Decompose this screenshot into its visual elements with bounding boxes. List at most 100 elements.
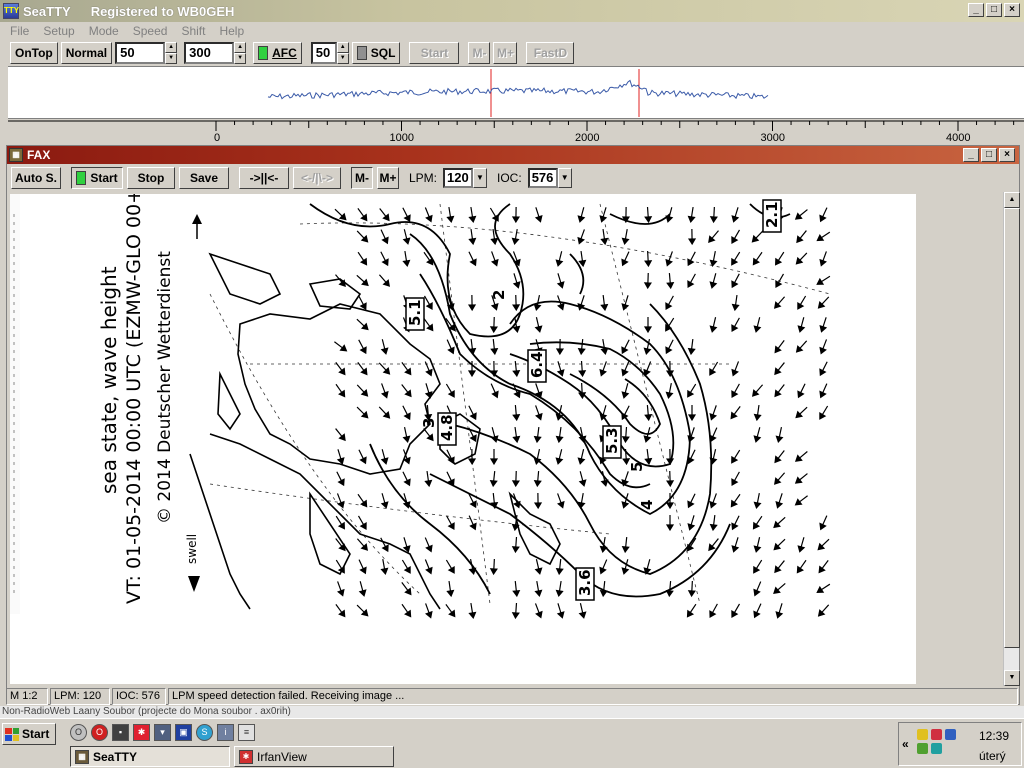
network-tray-icon[interactable]: [945, 729, 956, 740]
wave-arrow: [753, 537, 762, 553]
auto-start-button[interactable]: Auto S.: [11, 167, 61, 189]
contour-label-group: 5.1 6.4 4.8 5.3 3.6 2.1 2 3 4 5: [405, 199, 782, 601]
wave-arrow: [817, 296, 830, 309]
wave-arrow: [424, 470, 433, 488]
spin-down-icon[interactable]: ▼: [234, 53, 247, 64]
wave-arrow: [446, 449, 455, 465]
shield-icon[interactable]: ▾: [154, 724, 171, 741]
security-tray-icon[interactable]: [917, 729, 928, 740]
seatty-app-icon[interactable]: TTY: [3, 3, 19, 19]
wave-arrow: [534, 207, 543, 223]
menu-help[interactable]: Help: [219, 24, 244, 38]
minimize-button[interactable]: _: [968, 3, 984, 17]
fax-start-button[interactable]: Start: [71, 167, 123, 189]
fax-vertical-scrollbar[interactable]: ▲ ▼: [1003, 192, 1020, 686]
shift-spinner[interactable]: 50 ▲ ▼: [115, 42, 178, 64]
normal-button[interactable]: Normal: [60, 42, 113, 64]
ioc-dropdown-icon[interactable]: ▼: [557, 168, 572, 188]
menu-file[interactable]: File: [10, 24, 29, 38]
scrollbar-thumb[interactable]: [1004, 208, 1020, 648]
task-irfanview[interactable]: ✱ IrfanView: [234, 746, 394, 767]
wave-arrow: [358, 581, 367, 597]
wave-arrow: [773, 516, 786, 529]
wave-arrow: [751, 384, 764, 397]
shift-spinner-value[interactable]: 50: [115, 42, 166, 64]
scroll-down-icon[interactable]: ▼: [1004, 670, 1020, 686]
wave-arrow: [424, 537, 433, 553]
lpm-dropdown-icon[interactable]: ▼: [473, 168, 488, 188]
disk-icon[interactable]: ▣: [175, 724, 192, 741]
wave-arrow: [819, 339, 828, 355]
baud-spinner-value[interactable]: 300: [184, 42, 235, 64]
menu-shift[interactable]: Shift: [181, 24, 205, 38]
wave-arrow: [731, 537, 740, 553]
start-button-main[interactable]: Start: [409, 42, 460, 64]
memory-plus-button[interactable]: M+: [493, 42, 518, 64]
afc-led-icon: [258, 46, 269, 60]
baud-spinner[interactable]: 300 ▲ ▼: [184, 42, 247, 64]
spectrum-display[interactable]: [8, 66, 1024, 118]
bug-icon[interactable]: ✱: [133, 724, 150, 741]
align-in-button[interactable]: ->||<-: [239, 167, 289, 189]
fax-maximize-button[interactable]: □: [981, 148, 997, 162]
wave-arrow: [356, 538, 369, 551]
fax-image-area[interactable]: 5.1 6.4 4.8 5.3 3.6 2.1 2 3 4 5 sea stat…: [10, 194, 1004, 684]
wave-arrow: [665, 251, 673, 267]
scroll-up-icon[interactable]: ▲: [1004, 192, 1020, 208]
menu-mode[interactable]: Mode: [89, 24, 119, 38]
wave-arrow: [666, 470, 675, 488]
wave-arrow: [687, 228, 697, 246]
wave-arrow: [534, 603, 543, 619]
maximize-button[interactable]: □: [986, 3, 1002, 17]
tray-clock[interactable]: 12:39: [979, 729, 1009, 743]
lpm-select-value[interactable]: 120: [443, 168, 474, 188]
spectrum-svg: [267, 69, 769, 117]
scale-tick-label: 4000: [946, 132, 970, 143]
start-menu-button[interactable]: Start: [2, 723, 56, 745]
fax-memory-minus-button[interactable]: M-: [351, 167, 373, 189]
task-seatty[interactable]: ▦ SeaTTY: [70, 746, 230, 767]
wave-arrow: [378, 274, 391, 287]
spin-up-icon[interactable]: ▲: [336, 42, 349, 53]
antivirus-tray-icon[interactable]: [931, 729, 942, 740]
afc-button[interactable]: AFC: [253, 42, 302, 64]
wave-arrow: [578, 250, 587, 268]
spin-up-icon[interactable]: ▲: [234, 42, 247, 53]
ioc-select[interactable]: 576 ▼: [527, 168, 572, 188]
sql-button[interactable]: SQL: [351, 42, 401, 64]
wave-arrow: [687, 338, 696, 356]
wave-arrow: [621, 426, 630, 444]
menu-setup[interactable]: Setup: [43, 24, 74, 38]
document-icon[interactable]: ≡: [238, 724, 255, 741]
sync-icon[interactable]: S: [196, 724, 213, 741]
menu-speed[interactable]: Speed: [133, 24, 168, 38]
ioc-select-value[interactable]: 576: [527, 168, 558, 188]
fax-save-button[interactable]: Save: [179, 167, 229, 189]
fax-window-icon[interactable]: ▦: [9, 148, 23, 162]
spin-down-icon[interactable]: ▼: [165, 53, 178, 64]
update-tray-icon[interactable]: [917, 743, 928, 754]
fastd-button[interactable]: FastD: [526, 42, 575, 64]
lpm-select[interactable]: 120 ▼: [443, 168, 488, 188]
wave-arrow: [424, 207, 433, 223]
ontop-button[interactable]: OnTop: [10, 42, 58, 64]
opera-red-icon[interactable]: O: [91, 724, 108, 741]
spin-up-icon[interactable]: ▲: [165, 42, 178, 53]
opera-icon[interactable]: O: [70, 724, 87, 741]
fax-close-button[interactable]: ×: [999, 148, 1015, 162]
info-icon[interactable]: i: [217, 724, 234, 741]
fax-memory-plus-button[interactable]: M+: [377, 167, 399, 189]
wave-arrow: [357, 251, 368, 266]
fax-minimize-button[interactable]: _: [963, 148, 979, 162]
close-button[interactable]: ×: [1004, 3, 1020, 17]
wave-arrow: [489, 558, 498, 576]
spin-down-icon[interactable]: ▼: [336, 53, 349, 64]
fax-stop-button[interactable]: Stop: [127, 167, 175, 189]
sql-spinner[interactable]: 50 ▲ ▼: [310, 42, 349, 64]
align-out-button[interactable]: <-/|\->: [293, 167, 341, 189]
sql-spinner-value[interactable]: 50: [310, 42, 337, 64]
terminal-icon[interactable]: ▪: [112, 724, 129, 741]
memory-minus-button[interactable]: M-: [468, 42, 491, 64]
app-tray-icon[interactable]: [931, 743, 942, 754]
tray-expand-icon[interactable]: «: [902, 737, 909, 751]
